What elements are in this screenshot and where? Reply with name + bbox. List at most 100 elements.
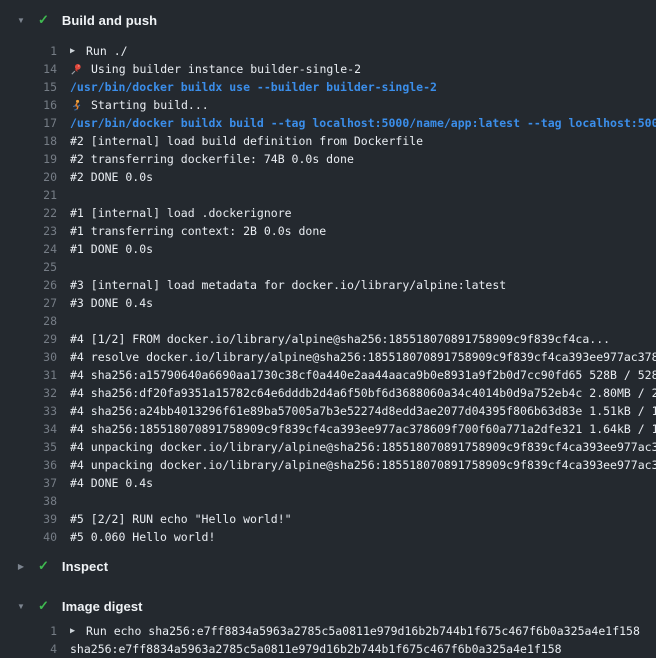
log-section-image-digest: ▼✓Image digest1▶Run echo sha256:e7ff8834… bbox=[0, 592, 656, 658]
success-check-icon: ✓ bbox=[38, 598, 49, 614]
line-number[interactable]: 1 bbox=[0, 44, 57, 58]
line-content: #3 [internal] load metadata for docker.i… bbox=[70, 278, 506, 292]
line-number[interactable]: 33 bbox=[0, 404, 57, 418]
line-content: #4 [1/2] FROM docker.io/library/alpine@s… bbox=[70, 332, 610, 346]
line-content: #4 resolve docker.io/library/alpine@sha2… bbox=[70, 350, 656, 364]
log-line: 35#4 unpacking docker.io/library/alpine@… bbox=[0, 438, 656, 456]
line-number[interactable]: 31 bbox=[0, 368, 57, 382]
line-content: #4 sha256:df20fa9351a15782c64e6dddb2d4a6… bbox=[70, 386, 656, 400]
section-header-inspect[interactable]: ▶ ✓ Inspect bbox=[0, 552, 656, 580]
pushpin-icon bbox=[70, 63, 83, 76]
section-title: Inspect bbox=[62, 559, 108, 574]
line-number[interactable]: 38 bbox=[0, 494, 57, 508]
line-text: #3 [internal] load metadata for docker.i… bbox=[70, 278, 506, 292]
log-line: 36 #4 unpacking docker.io/library/alpine@… bbox=[0, 456, 656, 474]
line-number[interactable]: 14 bbox=[0, 62, 57, 76]
chevron-down-icon[interactable]: ▼ bbox=[15, 602, 27, 611]
line-content: #1 [internal] load .dockerignore bbox=[70, 206, 292, 220]
line-number[interactable]: 17 bbox=[0, 116, 57, 130]
line-number[interactable]: 21 bbox=[0, 188, 57, 202]
line-content: sha256:e7ff8834a5963a2785c5a0811e979d16b… bbox=[70, 642, 562, 656]
line-text: #4 DONE 0.4s bbox=[70, 476, 153, 490]
log-line: 26 #3 [internal] load metadata for docker… bbox=[0, 276, 656, 294]
line-text: #4 sha256:185518070891758909c9f839cf4ca3… bbox=[70, 422, 656, 436]
line-text: /usr/bin/docker buildx build --tag local… bbox=[70, 116, 656, 130]
section-header-build-and-push[interactable]: ▼ ✓ Build and push bbox=[0, 6, 656, 34]
workflow-log-viewer: ▼✓Build and push1▶Run ./14Using builder … bbox=[0, 0, 656, 658]
line-number[interactable]: 15 bbox=[0, 80, 57, 94]
line-text: #4 unpacking docker.io/library/alpine@sh… bbox=[70, 458, 656, 472]
log-section-build-and-push: ▼✓Build and push1▶Run ./14Using builder … bbox=[0, 6, 656, 546]
line-content: ▶ Run ./ bbox=[70, 44, 128, 58]
line-number[interactable]: 4 bbox=[0, 642, 57, 656]
line-text: #2 transferring dockerfile: 74B 0.0s don… bbox=[70, 152, 354, 166]
line-text: #1 transferring context: 2B 0.0s done bbox=[70, 224, 326, 238]
log-line: 38 bbox=[0, 492, 656, 510]
line-text: #2 DONE 0.0s bbox=[70, 170, 153, 184]
line-number[interactable]: 26 bbox=[0, 278, 57, 292]
line-content: #4 sha256:a15790640a6690aa1730c38cf0a440… bbox=[70, 368, 656, 382]
line-number[interactable]: 29 bbox=[0, 332, 57, 346]
log-line: 28 bbox=[0, 312, 656, 330]
line-text: Run echo sha256:e7ff8834a5963a2785c5a081… bbox=[86, 624, 640, 638]
line-text: Run ./ bbox=[86, 44, 128, 58]
line-number[interactable]: 20 bbox=[0, 170, 57, 184]
line-number[interactable]: 23 bbox=[0, 224, 57, 238]
section-header-image-digest[interactable]: ▼✓Image digest bbox=[0, 592, 656, 620]
play-expander-icon[interactable]: ▶ bbox=[70, 626, 79, 636]
line-content: #4 sha256:185518070891758909c9f839cf4ca3… bbox=[70, 422, 656, 436]
line-number[interactable]: 32 bbox=[0, 386, 57, 400]
log-line: 37 #4 DONE 0.4s bbox=[0, 474, 656, 492]
log-line: 21 bbox=[0, 186, 656, 204]
line-number[interactable]: 37 bbox=[0, 476, 57, 490]
line-number[interactable]: 16 bbox=[0, 98, 57, 112]
log-line: 33 #4 sha256:a24bb4013296f61e89ba57005a7b… bbox=[0, 402, 656, 420]
line-number[interactable]: 36 bbox=[0, 458, 57, 472]
line-number[interactable]: 19 bbox=[0, 152, 57, 166]
line-text: sha256:e7ff8834a5963a2785c5a0811e979d16b… bbox=[70, 642, 562, 656]
chevron-right-icon[interactable]: ▶ bbox=[15, 562, 27, 571]
line-content: /usr/bin/docker buildx use --builder bui… bbox=[70, 80, 437, 94]
line-content: #4 DONE 0.4s bbox=[70, 476, 153, 490]
line-number[interactable]: 18 bbox=[0, 134, 57, 148]
success-check-icon: ✓ bbox=[38, 12, 49, 28]
line-number[interactable]: 1 bbox=[0, 624, 57, 638]
line-text: #4 [1/2] FROM docker.io/library/alpine@s… bbox=[70, 332, 610, 346]
line-text: #5 [2/2] RUN echo "Hello world!" bbox=[70, 512, 292, 526]
log-block-build-and-push: 1▶Run ./14Using builder instance builder… bbox=[0, 42, 656, 546]
line-content: ▶ Run echo sha256:e7ff8834a5963a2785c5a08… bbox=[70, 624, 640, 638]
line-text: #4 sha256:a24bb4013296f61e89ba57005a7b3e… bbox=[70, 404, 656, 418]
line-number[interactable]: 34 bbox=[0, 422, 57, 436]
log-line: 24#1 DONE 0.0s bbox=[0, 240, 656, 258]
log-line: 19 #2 transferring dockerfile: 74B 0.0s d… bbox=[0, 150, 656, 168]
line-number[interactable]: 27 bbox=[0, 296, 57, 310]
line-text: #4 resolve docker.io/library/alpine@sha2… bbox=[70, 350, 656, 364]
line-number[interactable]: 35 bbox=[0, 440, 57, 454]
line-content: #5 0.060 Hello world! bbox=[70, 530, 215, 544]
line-text: /usr/bin/docker buildx use --builder bui… bbox=[70, 80, 437, 94]
line-text: #4 sha256:a15790640a6690aa1730c38cf0a440… bbox=[70, 368, 656, 382]
chevron-down-icon[interactable]: ▼ bbox=[15, 16, 27, 25]
line-number[interactable]: 22 bbox=[0, 206, 57, 220]
line-content: /usr/bin/docker buildx build --tag local… bbox=[70, 116, 656, 130]
line-number[interactable]: 40 bbox=[0, 530, 57, 544]
line-number[interactable]: 39 bbox=[0, 512, 57, 526]
log-line: 25 bbox=[0, 258, 656, 276]
line-number[interactable]: 24 bbox=[0, 242, 57, 256]
line-number[interactable]: 28 bbox=[0, 314, 57, 328]
log-line: 27#3 DONE 0.4s bbox=[0, 294, 656, 312]
log-line: 30 #4 resolve docker.io/library/alpine@sh… bbox=[0, 348, 656, 366]
log-line: 34 #4 sha256:185518070891758909c9f839cf4c… bbox=[0, 420, 656, 438]
log-line: 39 #5 [2/2] RUN echo "Hello world!" bbox=[0, 510, 656, 528]
line-content: Starting build... bbox=[70, 98, 209, 112]
section-title: Build and push bbox=[62, 13, 157, 28]
play-expander-icon[interactable]: ▶ bbox=[70, 46, 79, 56]
success-check-icon: ✓ bbox=[38, 558, 49, 574]
line-number[interactable]: 25 bbox=[0, 260, 57, 274]
line-content: #2 DONE 0.0s bbox=[70, 170, 153, 184]
line-content: #4 unpacking docker.io/library/alpine@sh… bbox=[70, 458, 656, 472]
log-line: 1 ▶ Run ./ bbox=[0, 42, 656, 60]
log-section-inspect: ▶ ✓ Inspect bbox=[0, 552, 656, 580]
line-number[interactable]: 30 bbox=[0, 350, 57, 364]
line-content: #4 sha256:a24bb4013296f61e89ba57005a7b3e… bbox=[70, 404, 656, 418]
